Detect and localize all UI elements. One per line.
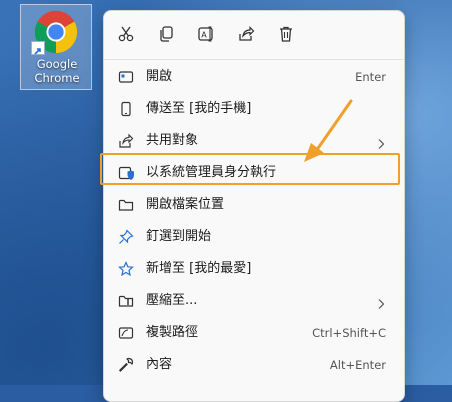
menu-item-properties[interactable]: 內容 Alt+Enter	[108, 349, 400, 381]
menu-item-shortcut: Enter	[355, 70, 386, 84]
share-icon	[239, 26, 255, 41]
star-icon	[118, 261, 134, 277]
menu-item-label: 開啟檔案位置	[146, 197, 225, 212]
chevron-right-icon	[376, 135, 386, 149]
quick-action-bar: A	[104, 11, 404, 60]
chevron-right-icon	[376, 295, 386, 309]
menu-item-label: 內容	[146, 357, 173, 372]
desktop-icon-label-line1: Google	[36, 57, 78, 71]
menu-item-open-file-location[interactable]: 開啟檔案位置	[108, 189, 400, 221]
copy-icon	[160, 26, 173, 42]
wrench-icon	[118, 357, 134, 373]
open-app-icon	[118, 69, 134, 85]
rename-icon: A	[198, 26, 213, 42]
copy-path-icon	[118, 325, 134, 341]
menu-item-copy-path[interactable]: 複製路徑 Ctrl+Shift+C	[108, 317, 400, 349]
zip-folder-icon	[118, 293, 134, 309]
context-menu: A 開啟 Enter 傳送至 [我的手機] 共用對象 以系統管理員身分執行 開啟…	[103, 10, 405, 402]
menu-item-add-to-favorites[interactable]: 新增至 [我的最愛]	[108, 253, 400, 285]
desktop-icon-google-chrome[interactable]: Google Chrome	[20, 4, 92, 90]
phone-icon	[118, 101, 134, 117]
pin-icon	[118, 229, 134, 245]
menu-item-label: 複製路徑	[146, 325, 199, 340]
desktop-icon-label-line2: Chrome	[34, 71, 80, 85]
share-button[interactable]	[235, 23, 257, 45]
menu-item-compress-to[interactable]: 壓縮至...	[108, 285, 400, 317]
desktop-icon-label: Google Chrome	[21, 57, 93, 85]
menu-item-label: 傳送至 [我的手機]	[146, 101, 252, 116]
svg-text:A: A	[201, 31, 207, 40]
copy-button[interactable]	[155, 23, 177, 45]
menu-item-shortcut: Ctrl+Shift+C	[312, 326, 386, 340]
trash-icon	[280, 26, 292, 42]
menu-item-label: 釘選到開始	[146, 229, 212, 244]
menu-item-label: 新增至 [我的最愛]	[146, 261, 252, 276]
shortcut-arrow-icon	[31, 41, 45, 55]
menu-item-open[interactable]: 開啟 Enter	[108, 61, 400, 93]
menu-item-pin-to-start[interactable]: 釘選到開始	[108, 221, 400, 253]
menu-item-label: 開啟	[146, 69, 173, 84]
scissors-icon	[118, 26, 134, 42]
share-icon	[118, 133, 134, 149]
cut-button[interactable]	[115, 23, 137, 45]
annotation-arrow-icon	[304, 99, 353, 162]
menu-item-label: 壓縮至...	[146, 293, 198, 308]
folder-icon	[118, 197, 134, 213]
menu-item-shortcut: Alt+Enter	[329, 358, 386, 372]
rename-button[interactable]: A	[195, 23, 217, 45]
delete-button[interactable]	[275, 23, 297, 45]
